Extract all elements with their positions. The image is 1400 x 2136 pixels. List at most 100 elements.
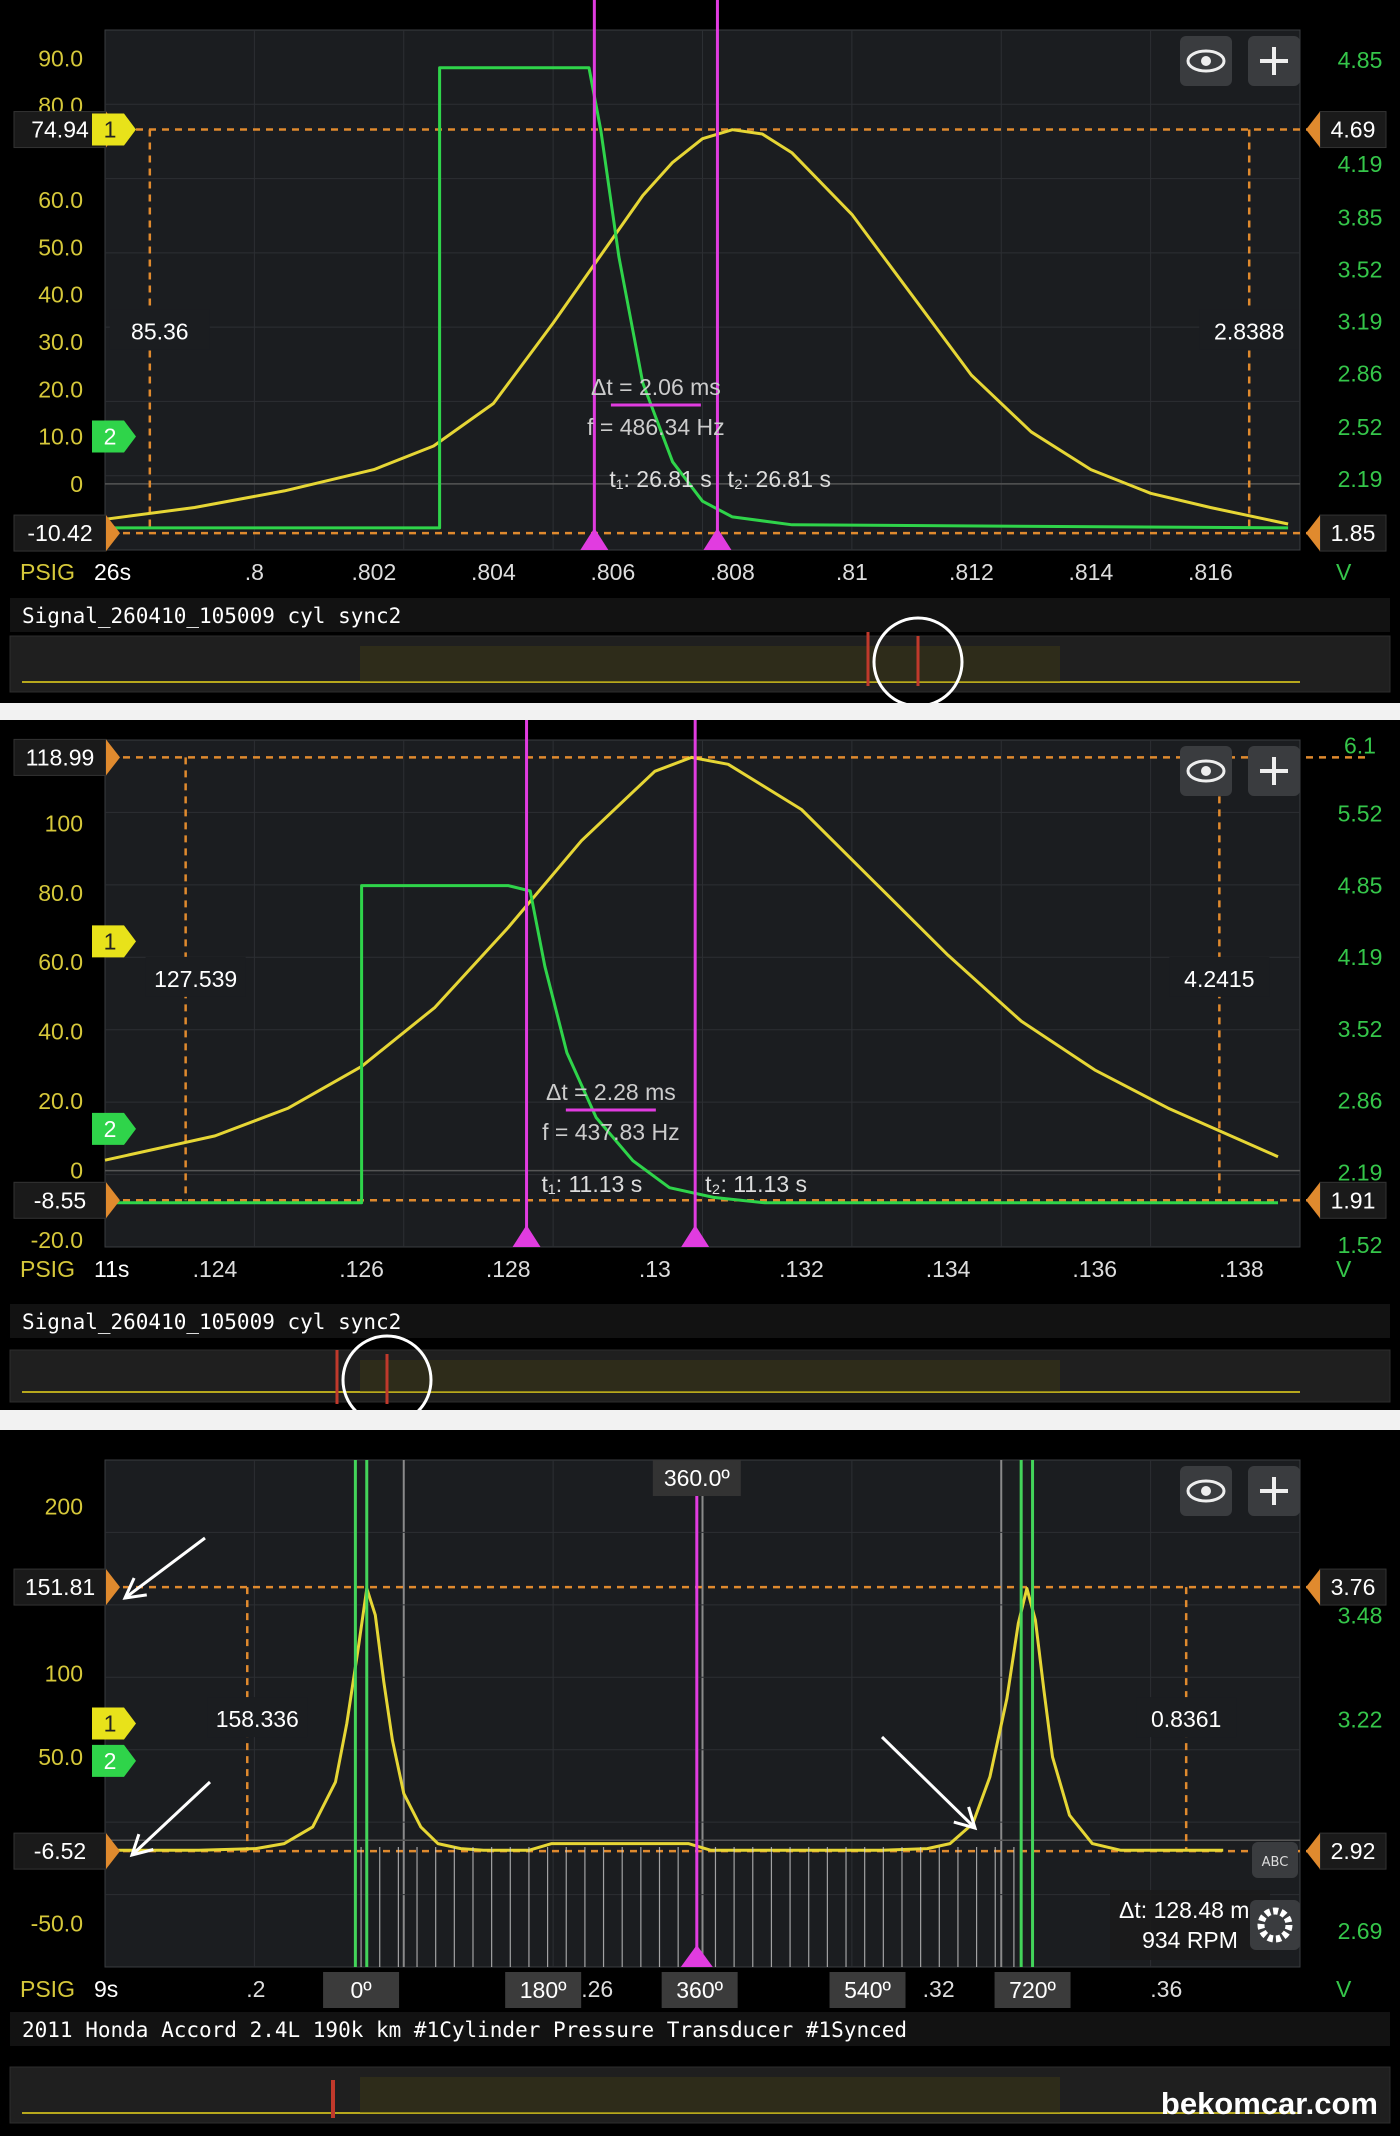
eye-pupil-icon xyxy=(1201,56,1211,66)
eye-pupil-icon xyxy=(1201,766,1211,776)
cursor-top-left-value: 151.81 xyxy=(25,1574,95,1600)
crank-label: 360º xyxy=(676,1977,723,2003)
y-right-tick-label: 4.85 xyxy=(1338,873,1383,899)
abc-label: ABC xyxy=(1262,1855,1289,1870)
y-tick-label: 60.0 xyxy=(38,187,83,213)
t1-label: t₁: 26.81 s xyxy=(609,466,711,492)
y-right-tick-label: 6.1 xyxy=(1344,732,1376,758)
y-tick-label: 0 xyxy=(70,471,83,497)
x-tick-label: .8 xyxy=(245,559,264,585)
delta-t-label: Δt: 128.48 ms xyxy=(1119,1897,1261,1923)
x-tick-label: .806 xyxy=(590,559,635,585)
scope-chart-2: 100 80.0 60.0 40.0 20.0 0 -20.0 6.1 5.52 4.85 4.19… xyxy=(9,720,1391,1410)
time-label: 26s xyxy=(94,559,131,585)
x-tick-label: .804 xyxy=(471,559,516,585)
y-right-tick-label: 3.22 xyxy=(1338,1706,1383,1732)
x-tick-label: .36 xyxy=(1150,1976,1182,2002)
channel-1-marker: 1 xyxy=(104,928,117,954)
x-tick-label: .134 xyxy=(926,1256,971,1282)
y-right-tick-label: 2.19 xyxy=(1338,466,1383,492)
y-right-tick-label: 3.85 xyxy=(1338,205,1383,231)
crank-label: 540º xyxy=(844,1977,891,2003)
y-tick-label: 80.0 xyxy=(38,880,83,906)
overview-noise xyxy=(360,1360,1060,1392)
t2-label: t₂: 11.13 s xyxy=(705,1171,807,1197)
cursor-bottom-right-value: 1.85 xyxy=(1331,520,1376,546)
y-tick-label: 50.0 xyxy=(38,1744,83,1770)
channel-2-marker: 2 xyxy=(104,1748,117,1774)
x-unit-label: V xyxy=(1336,1256,1352,1282)
cursor-bottom-right-value-pointer xyxy=(1306,515,1320,552)
y-tick-label: 20.0 xyxy=(38,1088,83,1114)
channel-2-marker: 2 xyxy=(104,424,117,450)
x-tick-label: .124 xyxy=(193,1256,238,1282)
y-right-tick-label: 4.19 xyxy=(1338,151,1383,177)
left-readout: 127.539 xyxy=(154,966,237,992)
scope-chart-3: 200 100 50.0 -50.0 3.48 3.22 2.69 151.81 -6.52 3.… xyxy=(9,1459,1391,2124)
y-right-tick-label: 2.19 xyxy=(1338,1160,1383,1186)
delta-t-label: Δt = 2.06 ms xyxy=(591,374,721,400)
chart-panel-2: 100 80.0 60.0 40.0 20.0 0 -20.0 6.1 5.52 4.85 4.19… xyxy=(0,720,1400,1410)
signal-name: Signal_260410_105009 cyl sync2 xyxy=(22,604,401,628)
x-tick-label: .81 xyxy=(836,559,868,585)
cursor-top-left-value: 74.94 xyxy=(31,117,89,143)
cursor-bottom-left-value: -8.55 xyxy=(34,1187,86,1213)
t2-label: t₂: 26.81 s xyxy=(727,466,831,492)
cursor-bottom-right-value-pointer xyxy=(1306,1833,1320,1870)
y-right-tick-label: 5.52 xyxy=(1338,800,1383,826)
channel-1-marker: 1 xyxy=(104,117,117,143)
cursor-top-right-value: 4.69 xyxy=(1331,117,1376,143)
y-right-tick-label: 3.48 xyxy=(1338,1603,1383,1629)
crank-label: 720º xyxy=(1009,1977,1056,2003)
x-tick-label: .26 xyxy=(581,1976,613,2002)
x-tick-label: .138 xyxy=(1219,1256,1264,1282)
cursor-bottom-left-value: -10.42 xyxy=(27,520,92,546)
cursor-bottom-left-value: -6.52 xyxy=(34,1838,86,1864)
x-tick-label: .132 xyxy=(779,1256,824,1282)
y-unit-label: PSIG xyxy=(20,1976,75,2002)
y-tick-label: 0 xyxy=(70,1158,83,1184)
channel-1-marker: 1 xyxy=(104,1711,117,1737)
y-tick-label: 50.0 xyxy=(38,234,83,260)
right-readout: 2.8388 xyxy=(1214,318,1284,344)
cursor-top-right-value-pointer xyxy=(1306,1569,1320,1606)
y-right-tick-label: 3.52 xyxy=(1338,1016,1383,1042)
left-readout: 85.36 xyxy=(131,318,189,344)
x-tick-label: .808 xyxy=(710,559,755,585)
y-tick-label: 100 xyxy=(45,810,83,836)
y-tick-label: -20.0 xyxy=(31,1227,83,1253)
y-tick-label: 90.0 xyxy=(38,45,83,71)
cursor-top-left-value: 118.99 xyxy=(26,744,95,770)
eye-pupil-icon xyxy=(1201,1486,1211,1496)
right-readout: 0.8361 xyxy=(1151,1706,1221,1732)
cursor-bottom-right-value: 2.92 xyxy=(1331,1838,1376,1864)
x-tick-label: .136 xyxy=(1072,1256,1117,1282)
frequency-label: f = 486.34 Hz xyxy=(587,414,724,440)
rpm-label: 934 RPM xyxy=(1142,1927,1238,1953)
y-unit-label: PSIG xyxy=(20,1256,75,1282)
y-right-tick-label: 2.86 xyxy=(1338,1087,1383,1113)
signal-name: Signal_260410_105009 cyl sync2 xyxy=(22,1310,401,1334)
cursor-bottom-right-value: 1.91 xyxy=(1331,1187,1376,1213)
time-label: 9s xyxy=(94,1976,118,2002)
y-right-tick-label: 2.86 xyxy=(1338,361,1383,387)
x-tick-label: .816 xyxy=(1188,559,1233,585)
y-tick-label: 200 xyxy=(45,1494,83,1520)
cursor-bottom-right-value-pointer xyxy=(1306,1182,1320,1219)
x-tick-label: .128 xyxy=(486,1256,531,1282)
crank-label: 0º xyxy=(350,1977,372,2003)
delta-t-label: Δt = 2.28 ms xyxy=(546,1079,676,1105)
cursor-angle-label: 360.0º xyxy=(664,1465,731,1491)
y-tick-label: 30.0 xyxy=(38,329,83,355)
scope-chart-1: 90.080.060.050.040.030.020.010.004.854.1… xyxy=(9,0,1391,703)
x-tick-label: .814 xyxy=(1068,559,1113,585)
y-tick-label: 40.0 xyxy=(38,1019,83,1045)
chart-panel-1: 90.0 80.0 60.0 50.0 40.0 30.0 20.0 10.0 0 4.85 4.1… xyxy=(0,0,1400,703)
right-readout: 4.2415 xyxy=(1184,966,1254,992)
y-unit-label: PSIG xyxy=(20,559,75,585)
x-tick-label: .126 xyxy=(339,1256,384,1282)
y-tick-label: 20.0 xyxy=(38,376,83,402)
y-tick-label: 100 xyxy=(45,1660,83,1686)
x-tick-label: .32 xyxy=(923,1976,955,2002)
crank-label: 180º xyxy=(520,1977,567,2003)
